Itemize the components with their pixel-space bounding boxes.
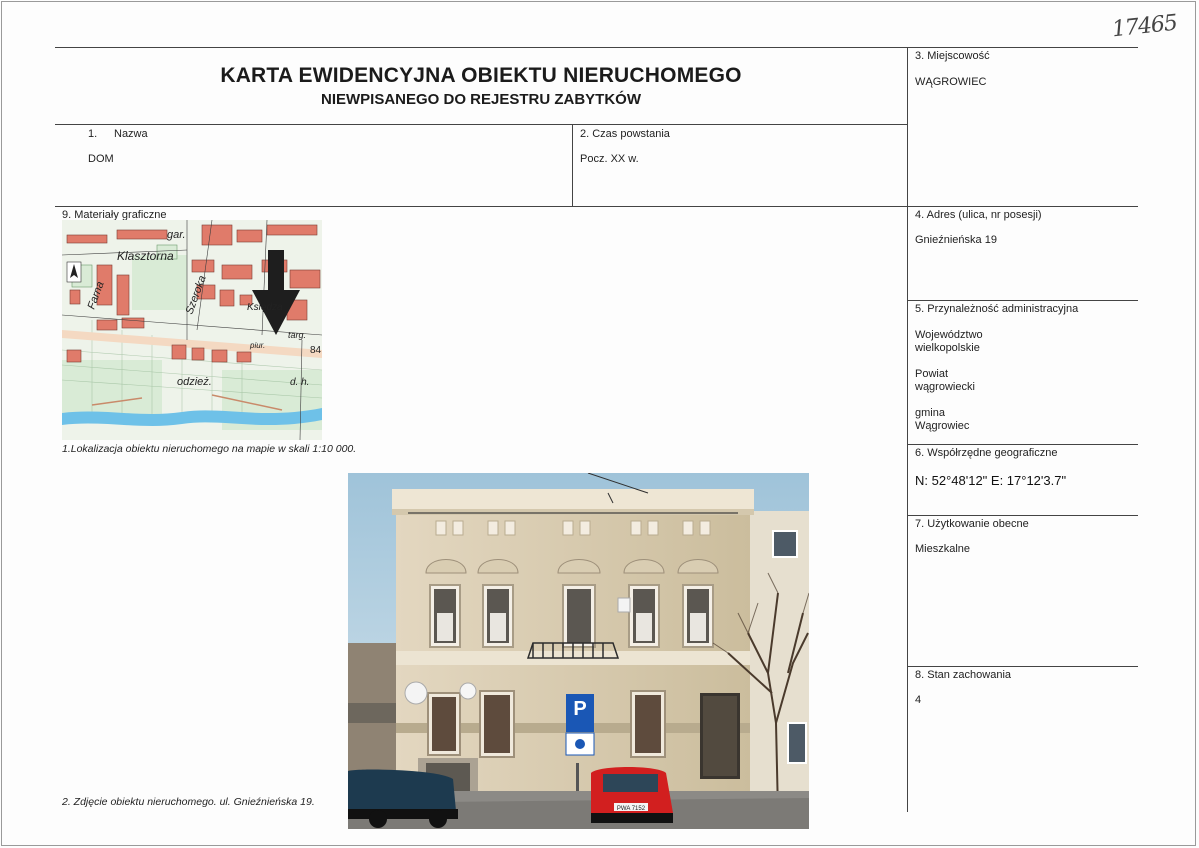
condition-value: 4 (915, 694, 922, 706)
rule-right-column (907, 47, 908, 812)
admin-gmina-line1: gmina (915, 407, 945, 419)
time-value: Pocz. XX w. (580, 153, 639, 165)
admin-voivodeship-line2: wielkopolskie (915, 342, 980, 354)
car-license-plate: PWA 7152 (617, 806, 646, 812)
name-value: DOM (88, 153, 114, 165)
north-arrow-icon (66, 261, 82, 283)
map-label-targ: targ. (288, 330, 306, 340)
coords-value: N: 52°48'12" E: 17°12'3.7" (915, 473, 1067, 488)
name-label-number: 1. (88, 128, 98, 140)
map-label-klasztorna: Klasztorna (117, 249, 174, 263)
usage-value: Mieszkalne (915, 543, 971, 555)
name-label: Nazwa (114, 128, 148, 140)
map-label-number: 84 (310, 345, 322, 356)
rule-mid-vertical (572, 124, 573, 207)
address-value: Gnieźnieńska 19 (915, 234, 997, 246)
rule-top (55, 47, 1138, 48)
rule-admin-bottom (907, 444, 1138, 445)
building-photo: P PWA 7152 (348, 473, 809, 829)
document-subtitle: NIEWPISANEGO DO REJESTRU ZABYTKÓW (320, 91, 642, 108)
admin-voivodeship-line1: Województwo (915, 329, 983, 341)
rule-coords-bottom (907, 515, 1138, 516)
document-title: KARTA EWIDENCYJNA OBIEKTU NIERUCHOMEGO (220, 64, 742, 87)
condition-label: 8. Stan zachowania (915, 669, 1012, 681)
rule-title-bottom (55, 124, 907, 125)
locality-label: 3. Miejscowość (915, 50, 990, 62)
rule-usage-bottom (907, 666, 1138, 667)
admin-label: 5. Przynależność administracyjna (915, 303, 1079, 315)
map-label-ksiedza: Księdza (247, 302, 283, 313)
map-caption: 1.Lokalizacja obiektu nieruchomego na ma… (62, 443, 357, 455)
map-label-piur: piur. (249, 341, 265, 350)
admin-county-line2: wągrowiecki (915, 381, 975, 393)
rule-address-bottom (907, 300, 1138, 301)
parking-sign-letter: P (573, 698, 586, 720)
locality-value: WĄGROWIEC (915, 76, 987, 88)
photo-caption: 2. Zdjęcie obiektu nieruchomego. ul. Gni… (62, 796, 315, 808)
rule-row1-bottom (55, 206, 1138, 207)
address-label: 4. Adres (ulica, nr posesji) (915, 209, 1042, 221)
time-label: 2. Czas powstania (580, 128, 670, 140)
location-map: gar. Klasztorna Farna Szeroka Księdza ta… (62, 220, 322, 440)
admin-county-line1: Powiat (915, 368, 949, 380)
map-label-odziez: odzież. (177, 376, 212, 388)
map-label-dh: d. h. (290, 377, 309, 388)
map-label-gar: gar. (167, 229, 186, 241)
coords-label: 6. Współrzędne geograficzne (915, 447, 1058, 459)
usage-label: 7. Użytkowanie obecne (915, 518, 1029, 530)
admin-gmina-line2: Wągrowiec (915, 420, 970, 432)
